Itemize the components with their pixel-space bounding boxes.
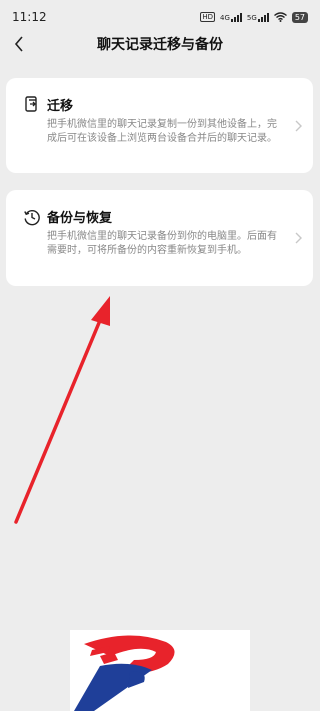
option-title: 备份与恢复 — [47, 211, 113, 226]
option-title: 迁移 — [47, 99, 74, 114]
nav-bar: 聊天记录迁移与备份 — [0, 26, 320, 62]
battery-icon: 57 — [291, 11, 308, 23]
option-header: 迁移 — [23, 95, 283, 114]
signal-5g-icon: 5G — [247, 12, 269, 22]
hd-icon: HD — [200, 12, 216, 22]
signal-4g-icon: 4G — [220, 12, 242, 22]
option-backup-restore[interactable]: 备份与恢复 把手机微信里的聊天记录备份到你的电脑里。后面有需要时，可将所备份的内… — [6, 190, 313, 286]
chevron-right-icon — [295, 120, 302, 131]
option-description: 把手机微信里的聊天记录备份到你的电脑里。后面有需要时，可将所备份的内容重新恢复到… — [47, 231, 277, 256]
chevron-left-icon — [14, 36, 23, 52]
chevron-right-icon — [295, 232, 302, 244]
brand-logo-icon — [74, 635, 175, 711]
watermark-logo-panel — [70, 630, 250, 711]
wifi-icon — [273, 12, 287, 22]
option-header: 备份与恢复 — [23, 207, 283, 226]
phone-transfer-icon — [23, 95, 41, 114]
option-description: 把手机微信里的聊天记录复制一份到其他设备上，完成后可在该设备上浏览两台设备合并后… — [47, 119, 277, 144]
clock-restore-icon — [23, 208, 41, 226]
option-migrate[interactable]: 迁移 把手机微信里的聊天记录复制一份到其他设备上，完成后可在该设备上浏览两台设备… — [6, 78, 313, 173]
status-time: 11:12 — [12, 10, 47, 24]
back-button[interactable] — [6, 30, 32, 58]
status-icons: HD 4G 5G 57 — [200, 11, 308, 23]
page-title: 聊天记录迁移与备份 — [97, 37, 223, 53]
